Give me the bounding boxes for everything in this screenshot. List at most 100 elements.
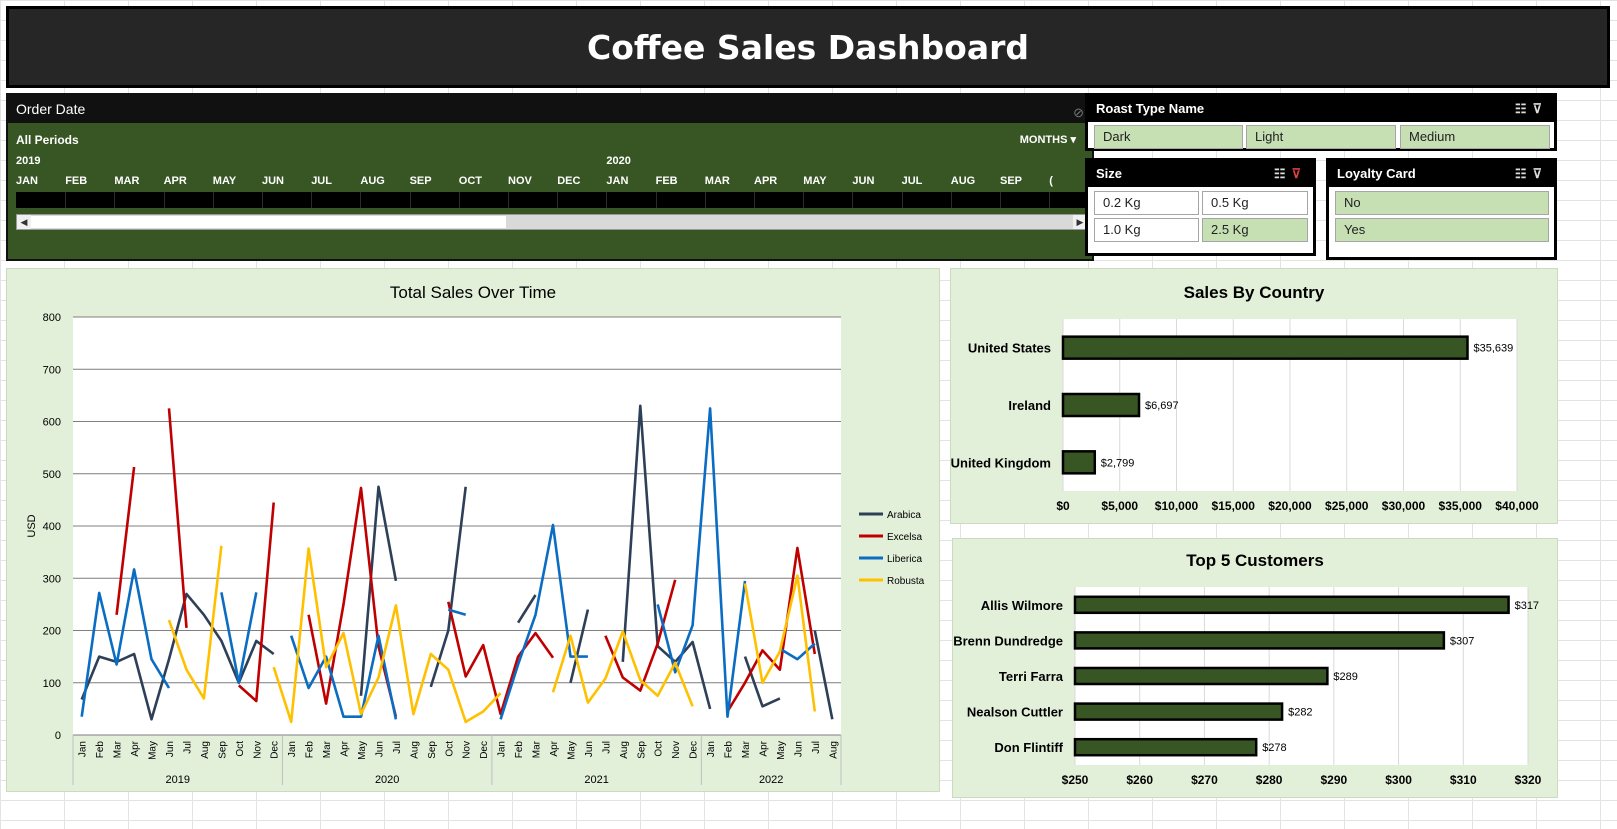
x-tick-label: $250 xyxy=(1062,773,1089,787)
sales-by-country-panel: Sales By Country $0 $5,000 $10,000 $15,000 $… xyxy=(950,268,1558,524)
data-label: $317 xyxy=(1515,600,1539,612)
roast-type-slicer[interactable]: Roast Type Name ☷⊽ Dark Light Medium xyxy=(1085,93,1557,151)
bar xyxy=(1061,392,1141,418)
x-tick-label: Sep xyxy=(427,741,438,759)
timeline-period-bar[interactable] xyxy=(16,192,1088,208)
multi-select-icon[interactable]: ☷ xyxy=(1515,101,1533,116)
timeline-month-label: AUG xyxy=(360,175,385,187)
year-group-label: 2019 xyxy=(165,774,189,786)
slicer-item-yes[interactable]: Yes xyxy=(1335,218,1549,242)
x-tick-label: $310 xyxy=(1450,773,1477,787)
x-tick-label: Jan xyxy=(287,741,298,757)
timeline-period-tick xyxy=(65,192,67,208)
timeline-month-label: ( xyxy=(1049,175,1053,187)
y-tick-label: 600 xyxy=(43,417,61,429)
timeline-title: Order Date xyxy=(16,101,86,117)
x-tick-label: Feb xyxy=(305,741,316,759)
size-slicer-title: Size xyxy=(1096,166,1123,181)
category-label: Ireland xyxy=(1008,398,1051,413)
timeline-period-tick xyxy=(901,192,903,208)
timeline-scrollbar[interactable]: ◀ ▶ xyxy=(16,214,1088,230)
timeline-level-dropdown[interactable]: MONTHS ▾ xyxy=(1020,133,1076,146)
slicer-item-0-5kg[interactable]: 0.5 Kg xyxy=(1202,191,1308,215)
slicer-item-2-5kg[interactable]: 2.5 Kg xyxy=(1202,218,1308,242)
clear-filter-icon[interactable]: ⊽ xyxy=(1291,166,1307,181)
filter-clear-icon[interactable]: ⊘ xyxy=(1073,99,1084,127)
x-tick-label: Jul xyxy=(182,741,193,754)
y-tick-label: 700 xyxy=(43,364,61,376)
category-label: Allis Wilmore xyxy=(981,598,1063,613)
x-tick-label: $280 xyxy=(1256,773,1283,787)
timeline-header: Order Date ⊘ xyxy=(8,95,1092,123)
timeline-month-label: NOV xyxy=(508,175,532,187)
timeline-month-label: OCT xyxy=(458,175,483,187)
x-tick-label: Apr xyxy=(758,740,769,756)
x-tick-label: $20,000 xyxy=(1268,499,1312,513)
timeline-periods-label: All Periods xyxy=(16,133,79,147)
timeline-period-tick xyxy=(754,192,755,208)
x-tick-label: Aug xyxy=(409,741,420,759)
bar xyxy=(1073,702,1284,721)
year-group-label: 2020 xyxy=(375,774,399,786)
x-tick-label: Jun xyxy=(793,741,804,757)
top-customers-panel: Top 5 Customers $250 $260 $270 $280 $290 $300… xyxy=(952,538,1558,798)
x-tick-label: Aug xyxy=(828,741,839,759)
size-slicer[interactable]: Size ☷⊽ 0.2 Kg 0.5 Kg 1.0 Kg 2.5 Kg xyxy=(1085,158,1316,256)
x-tick-label: $320 xyxy=(1515,773,1542,787)
data-label: $278 xyxy=(1262,742,1286,754)
x-tick-label: Jan xyxy=(78,741,89,757)
timeline-period-tick xyxy=(803,192,805,208)
slicer-item-no[interactable]: No xyxy=(1335,191,1549,215)
category-label: Brenn Dundredge xyxy=(953,633,1063,648)
timeline-period-tick xyxy=(655,192,657,208)
slicer-item-1-0kg[interactable]: 1.0 Kg xyxy=(1094,218,1199,242)
timeline-year-label: 2019 xyxy=(16,155,41,167)
timeline-period-tick xyxy=(163,192,165,208)
bar xyxy=(1061,335,1469,360)
data-label: $6,697 xyxy=(1145,400,1179,412)
timeline-month-label: MAY xyxy=(803,175,827,187)
roast-slicer-header: Roast Type Name ☷⊽ xyxy=(1088,96,1554,122)
clear-filter-icon[interactable]: ⊽ xyxy=(1532,101,1548,116)
slicer-item-medium[interactable]: Medium xyxy=(1400,125,1550,149)
x-tick-label: Apr xyxy=(130,740,141,756)
x-tick-label: $40,000 xyxy=(1495,499,1539,513)
timeline-period-tick xyxy=(212,192,214,208)
loyalty-slicer-header: Loyalty Card ☷⊽ xyxy=(1329,161,1554,187)
x-tick-label: Feb xyxy=(724,741,735,759)
legend-label: Robusta xyxy=(887,576,925,587)
x-tick-label: $5,000 xyxy=(1101,499,1138,513)
slicer-item-light[interactable]: Light xyxy=(1246,125,1396,149)
timeline-month-label: SEP xyxy=(1000,175,1023,187)
timeline-period-tick xyxy=(704,192,706,208)
slicer-item-0-2kg[interactable]: 0.2 Kg xyxy=(1094,191,1199,215)
sales-by-country-chart: $0 $5,000 $10,000 $15,000 $20,000 $25,000 $30,… xyxy=(951,319,1539,513)
timeline-period-tick xyxy=(950,192,952,208)
roast-slicer-title: Roast Type Name xyxy=(1096,101,1205,116)
x-tick-label: Jun xyxy=(584,741,595,757)
slicer-item-dark[interactable]: Dark xyxy=(1094,125,1243,149)
x-tick-label: Oct xyxy=(235,741,246,757)
x-tick-label: Jan xyxy=(706,741,717,757)
loyalty-slicer-title: Loyalty Card xyxy=(1337,166,1416,181)
x-tick-label: Jul xyxy=(601,741,612,754)
timeline-year-label: 2020 xyxy=(606,155,631,167)
x-tick-label: $270 xyxy=(1191,773,1218,787)
y-tick-label: 100 xyxy=(43,678,61,690)
timeline-month-label: AUG xyxy=(950,175,976,187)
order-date-timeline[interactable]: Order Date ⊘ All Periods MONTHS ▾ 2019 20… xyxy=(6,93,1094,261)
legend-label: Arabica xyxy=(887,510,921,521)
timeline-period-tick xyxy=(557,192,559,208)
clear-filter-icon[interactable]: ⊽ xyxy=(1532,166,1548,181)
loyalty-card-slicer[interactable]: Loyalty Card ☷⊽ No Yes xyxy=(1326,158,1557,260)
size-slicer-header: Size ☷⊽ xyxy=(1088,161,1313,187)
category-label: United States xyxy=(968,341,1051,356)
multi-select-icon[interactable]: ☷ xyxy=(1274,166,1292,181)
timeline-month-label: DEC xyxy=(557,175,581,187)
multi-select-icon[interactable]: ☷ xyxy=(1515,166,1533,181)
timeline-scroll-thumb[interactable] xyxy=(31,216,506,228)
timeline-month-label: MAR xyxy=(704,175,730,187)
data-label: $289 xyxy=(1333,671,1357,683)
timeline-month-label: SEP xyxy=(409,175,432,187)
scroll-left-icon[interactable]: ◀ xyxy=(17,215,31,229)
